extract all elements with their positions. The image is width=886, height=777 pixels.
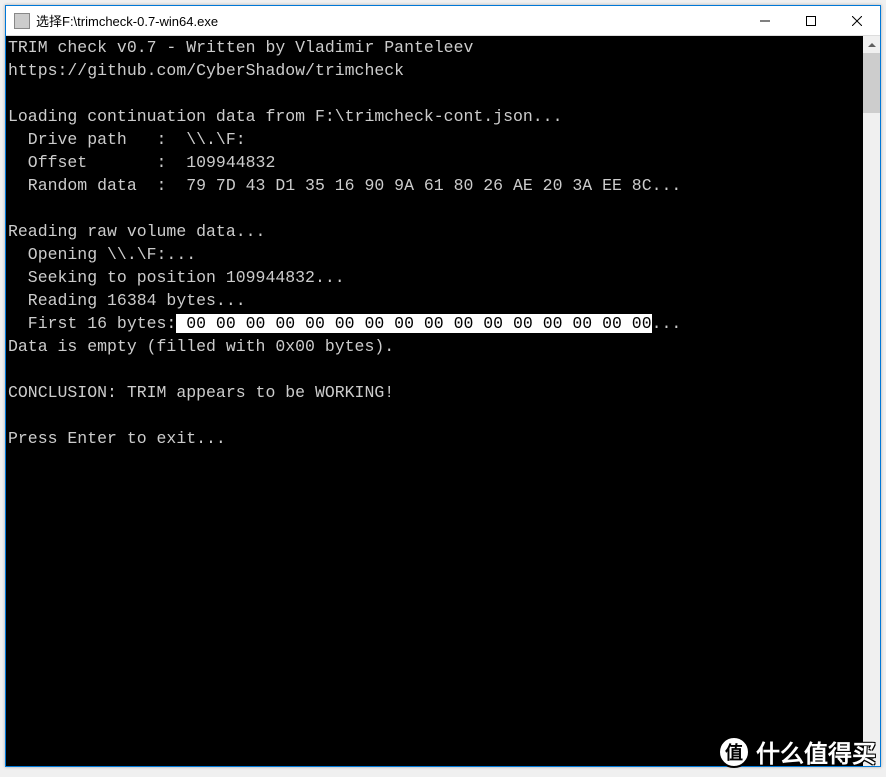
console-line: https://github.com/CyberShadow/trimcheck	[8, 61, 404, 80]
console-output[interactable]: TRIM check v0.7 - Written by Vladimir Pa…	[6, 36, 863, 766]
console-line: Press Enter to exit...	[8, 429, 226, 448]
console-line: TRIM check v0.7 - Written by Vladimir Pa…	[8, 38, 473, 57]
watermark-badge: 值	[718, 736, 750, 768]
scrollbar-thumb[interactable]	[863, 53, 880, 113]
console-line: Opening \\.\F:...	[8, 245, 196, 264]
watermark-text: 什么值得买	[756, 734, 876, 769]
console-line: Loading continuation data from F:\trimch…	[8, 107, 563, 126]
console-line-prefix: First 16 bytes:	[8, 314, 176, 333]
titlebar[interactable]: 选择F:\trimcheck-0.7-win64.exe	[6, 6, 880, 36]
console-line-suffix: ...	[652, 314, 682, 333]
console-line: Data is empty (filled with 0x00 bytes).	[8, 337, 394, 356]
console-wrapper: TRIM check v0.7 - Written by Vladimir Pa…	[6, 36, 880, 766]
console-line: Random data : 79 7D 43 D1 35 16 90 9A 61…	[8, 176, 681, 195]
close-icon	[852, 16, 862, 26]
console-line: Drive path : \\.\F:	[8, 130, 246, 149]
app-icon	[14, 13, 30, 29]
app-window: 选择F:\trimcheck-0.7-win64.exe TRIM check …	[5, 5, 881, 767]
window-controls	[742, 6, 880, 35]
chevron-up-icon	[868, 43, 876, 47]
console-line: CONCLUSION: TRIM appears to be WORKING!	[8, 383, 394, 402]
watermark: 值 什么值得买	[718, 734, 876, 769]
console-line: Offset : 109944832	[8, 153, 275, 172]
scroll-up-button[interactable]	[863, 36, 880, 53]
console-line: Reading 16384 bytes...	[8, 291, 246, 310]
minimize-icon	[760, 16, 770, 26]
console-line: Reading raw volume data...	[8, 222, 265, 241]
close-button[interactable]	[834, 6, 880, 35]
maximize-button[interactable]	[788, 6, 834, 35]
window-title: 选择F:\trimcheck-0.7-win64.exe	[36, 11, 742, 30]
selected-text: 00 00 00 00 00 00 00 00 00 00 00 00 00 0…	[176, 314, 651, 333]
vertical-scrollbar[interactable]	[863, 36, 880, 766]
maximize-icon	[806, 16, 816, 26]
minimize-button[interactable]	[742, 6, 788, 35]
console-line: Seeking to position 109944832...	[8, 268, 345, 287]
